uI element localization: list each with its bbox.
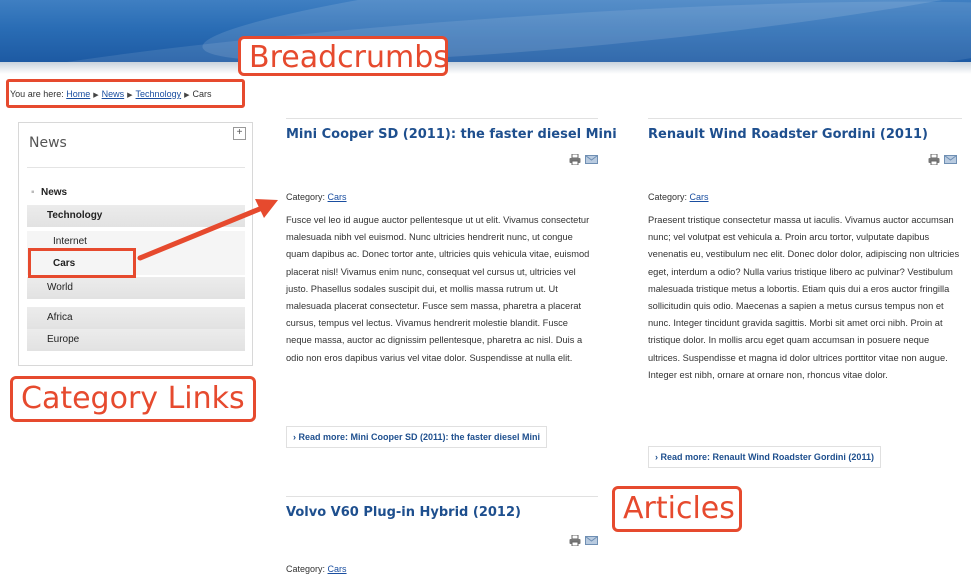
article-divider bbox=[286, 496, 598, 497]
print-icon[interactable] bbox=[569, 154, 581, 165]
email-icon[interactable] bbox=[944, 155, 957, 164]
article-body: Fusce vel leo id augue auctor pellentesq… bbox=[286, 215, 590, 363]
read-more-link[interactable]: › Read more: Renault Wind Roadster Gordi… bbox=[648, 446, 881, 468]
article-body: Praesent tristique consectetur massa ut … bbox=[648, 215, 960, 380]
sidebar-item-news[interactable]: ▪ News bbox=[27, 183, 245, 203]
articles-callout: Articles bbox=[612, 486, 742, 532]
print-icon[interactable] bbox=[928, 154, 940, 165]
category-links-callout: Category Links bbox=[10, 376, 256, 422]
article-divider bbox=[648, 118, 962, 119]
site-header-banner bbox=[0, 0, 971, 62]
category-label: Category: bbox=[648, 192, 688, 202]
article-title[interactable]: Volvo V60 Plug-in Hybrid (2012) bbox=[286, 505, 521, 520]
category-menu-module: News + ▪ News Technology Internet Cars W… bbox=[18, 122, 253, 366]
email-icon[interactable] bbox=[585, 155, 598, 164]
category-link[interactable]: Cars bbox=[690, 192, 709, 202]
breadcrumbs-highlight-frame bbox=[6, 79, 245, 108]
article-category: Category: Cars bbox=[648, 192, 709, 202]
bullet-icon: ▪ bbox=[31, 187, 35, 198]
module-divider bbox=[27, 167, 245, 168]
sidebar-item-africa[interactable]: Africa bbox=[27, 307, 245, 329]
breadcrumbs-callout: Breadcrumbs bbox=[238, 36, 449, 76]
category-link[interactable]: Cars bbox=[328, 192, 347, 202]
email-icon[interactable] bbox=[585, 536, 598, 545]
module-expand-icon[interactable]: + bbox=[233, 127, 246, 140]
cars-highlight-frame bbox=[28, 248, 136, 278]
article-divider bbox=[286, 118, 598, 119]
article-title[interactable]: Renault Wind Roadster Gordini (2011) bbox=[648, 127, 928, 142]
sidebar-item-world[interactable]: World bbox=[27, 277, 245, 299]
read-more-link[interactable]: › Read more: Mini Cooper SD (2011): the … bbox=[286, 426, 548, 448]
sidebar-item-technology[interactable]: Technology bbox=[27, 205, 245, 227]
header-shadow bbox=[0, 62, 971, 74]
article-title[interactable]: Mini Cooper SD (2011): the faster diesel… bbox=[286, 127, 617, 142]
module-title: News bbox=[29, 135, 67, 151]
print-icon[interactable] bbox=[569, 535, 581, 546]
category-label: Category: bbox=[286, 192, 326, 202]
sidebar-item-europe[interactable]: Europe bbox=[27, 329, 245, 351]
sidebar-item-label: News bbox=[41, 187, 68, 198]
article-category: Category: Cars bbox=[286, 192, 347, 202]
